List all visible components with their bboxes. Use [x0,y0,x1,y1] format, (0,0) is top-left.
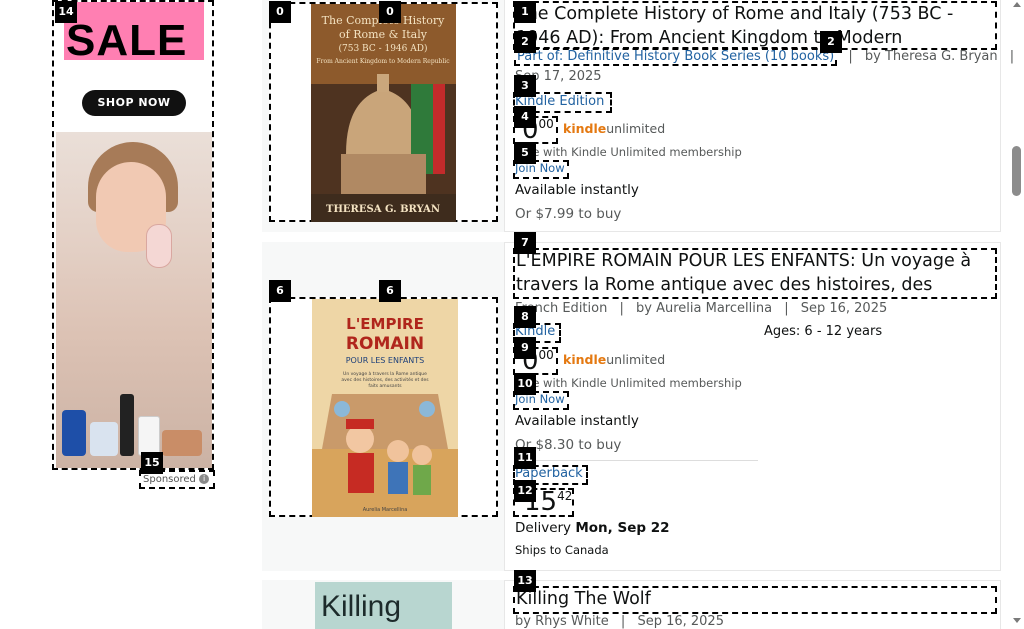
tag-11: 11 [514,447,536,469]
tag-4: 4 [514,106,536,128]
result-2-title-link[interactable]: L'EMPIRE ROMAIN POUR LES ENFANTS: Un voy… [513,248,997,299]
tag-8: 8 [514,306,536,328]
tag-5: 5 [514,142,536,164]
svg-text:(753 BC - 1946 AD): (753 BC - 1946 AD) [339,43,428,54]
tag-0b: 0 [379,1,401,23]
tag-1: 1 [514,1,536,23]
result-1-cover: The Complete History of Rome & Italy (75… [311,4,456,222]
ad-shop-now-button[interactable]: SHOP NOW [82,90,186,116]
result-1-author: Theresa G. Bryan [884,49,998,64]
tag-2a: 2 [514,31,536,53]
tag-14: 14 [55,1,77,23]
divider [515,460,758,461]
result-1-series-link[interactable]: Part of: Definitive History Book Series … [513,47,838,66]
result-1-ku-note: Free with Kindle Unlimited membership [515,145,742,159]
scroll-up-arrow[interactable] [1013,2,1021,7]
result-2-delivery: Delivery Mon, Sep 22 [515,520,670,536]
result-1-availability: Available instantly [515,182,639,198]
tag-15: 15 [141,452,163,474]
svg-text:ROMAIN: ROMAIN [346,334,424,354]
tag-6b: 6 [379,280,401,302]
scroll-down-arrow[interactable] [1013,618,1021,623]
result-1-cover-link[interactable]: The Complete History of Rome & Italy (75… [269,2,498,222]
tag-10: 10 [514,373,536,395]
tag-12: 12 [514,480,536,502]
result-2-author: Aurelia Marcellina [656,301,773,316]
svg-text:From Ancient Kingdom to Modern: From Ancient Kingdom to Modern Republic [316,58,450,65]
svg-text:L'EMPIRE: L'EMPIRE [346,315,424,333]
svg-text:Un voyage à travers la Rome an: Un voyage à travers la Rome antique [343,370,427,377]
svg-text:faits amusants: faits amusants [368,383,402,389]
result-3-cover[interactable]: Killing [315,582,452,629]
result-1-buy-price: Or $7.99 to buy [515,206,622,222]
vertical-scrollbar[interactable] [1011,0,1024,629]
tag-2b: 2 [820,31,842,53]
result-2-ages: Ages: 6 - 12 years [764,324,883,339]
result-3-title-link[interactable]: Killing The Wolf [513,586,997,614]
result-1-title-link[interactable]: The Complete History of Rome and Italy (… [513,1,997,50]
svg-text:of Rome & Italy: of Rome & Italy [339,28,428,41]
result-2-byline: French Edition | by Aurelia Marcellina |… [515,301,888,316]
ad-product-image[interactable] [56,132,212,468]
scrollbar-thumb[interactable] [1012,146,1021,196]
kindle-unlimited-logo-2: kindleunlimited [563,352,666,367]
result-3-author: Rhys White [535,614,609,629]
info-icon[interactable]: i [199,474,210,484]
tag-3: 3 [514,75,536,97]
result-2-ships-to: Ships to Canada [515,543,609,557]
result-2-cover-link[interactable]: L'EMPIRE ROMAIN POUR LES ENFANTS Un voya… [269,297,498,517]
sponsored-ad[interactable]: SALE SHOP NOW [52,0,214,470]
svg-text:Aurelia Marcellina: Aurelia Marcellina [363,507,408,513]
result-2-date: Sep 16, 2025 [800,301,888,316]
tag-6a: 6 [269,280,291,302]
result-2-ku-note: Free with Kindle Unlimited membership [515,376,742,390]
tag-13: 13 [514,570,536,592]
result-2-availability: Available instantly [515,413,639,429]
result-3-byline: by Rhys White | Sep 16, 2025 [515,614,724,629]
svg-text:POUR LES ENFANTS: POUR LES ENFANTS [346,356,425,365]
ad-sale-text: SALE [66,16,188,65]
tag-9: 9 [514,337,536,359]
tag-7: 7 [514,232,536,254]
result-1-byline: Part of: Definitive History Book Series … [513,47,1015,66]
result-2-cover: L'EMPIRE ROMAIN POUR LES ENFANTS Un voya… [312,299,458,517]
tag-0a: 0 [269,1,291,23]
result-3-date: Sep 16, 2025 [637,614,724,629]
svg-text:THERESA G. BRYAN: THERESA G. BRYAN [326,204,440,215]
svg-text:avec des histoires, des activi: avec des histoires, des activités et des [341,376,429,383]
kindle-unlimited-logo: kindlekindleunlimitedunlimited [563,121,666,136]
